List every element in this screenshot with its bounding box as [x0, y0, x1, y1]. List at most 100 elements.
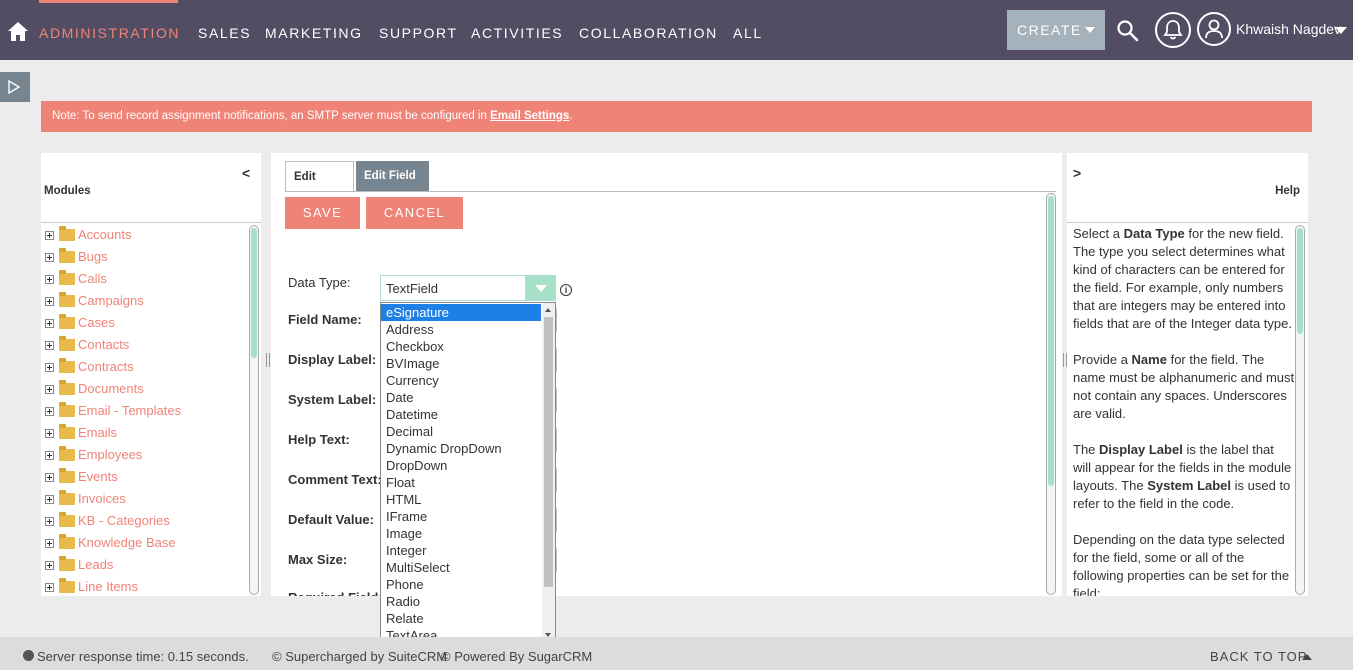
- expand-icon[interactable]: [45, 253, 54, 262]
- chevron-up-icon[interactable]: [1302, 654, 1312, 660]
- dropdown-option[interactable]: Decimal: [381, 423, 541, 440]
- nav-marketing[interactable]: MARKETING: [265, 25, 363, 41]
- dropdown-option[interactable]: Currency: [381, 372, 541, 389]
- expand-icon[interactable]: [45, 583, 54, 592]
- module-label[interactable]: Events: [78, 469, 118, 484]
- module-label[interactable]: Line Items: [78, 579, 138, 594]
- modules-tree: Accounts Bugs Calls Campaigns Cases Cont…: [41, 222, 261, 596]
- expand-icon[interactable]: [45, 561, 54, 570]
- save-button[interactable]: SAVE: [285, 197, 360, 229]
- module-label[interactable]: Calls: [78, 271, 107, 286]
- data-type-select[interactable]: TextField: [380, 275, 556, 301]
- dropdown-option[interactable]: Float: [381, 474, 541, 491]
- expand-icon[interactable]: [45, 429, 54, 438]
- dropdown-option[interactable]: Integer: [381, 542, 541, 559]
- nav-administration[interactable]: ADMINISTRATION: [39, 25, 180, 41]
- expand-icon[interactable]: [45, 341, 54, 350]
- expand-icon[interactable]: [45, 473, 54, 482]
- back-to-top-link[interactable]: BACK TO TOP: [1210, 649, 1307, 664]
- help-scroll-thumb[interactable]: [1297, 228, 1303, 334]
- expand-icon[interactable]: [45, 495, 54, 504]
- dropdown-option[interactable]: Relate: [381, 610, 541, 627]
- info-icon[interactable]: i: [560, 284, 572, 296]
- top-navbar: ADMINISTRATION SALES MARKETING SUPPORT A…: [0, 0, 1353, 60]
- module-label[interactable]: Invoices: [78, 491, 126, 506]
- user-avatar[interactable]: [1197, 12, 1231, 46]
- module-label[interactable]: Bugs: [78, 249, 108, 264]
- play-triangle-icon: [8, 80, 21, 94]
- dropdown-option[interactable]: HTML: [381, 491, 541, 508]
- sidebar-toggle-button[interactable]: [0, 72, 30, 102]
- cancel-button[interactable]: CANCEL: [366, 197, 463, 229]
- module-label[interactable]: Campaigns: [78, 293, 144, 308]
- module-label[interactable]: Contracts: [78, 359, 134, 374]
- help-scrollbar[interactable]: [1295, 225, 1305, 595]
- module-label[interactable]: Leads: [78, 557, 113, 572]
- expand-icon[interactable]: [45, 275, 54, 284]
- search-icon[interactable]: [1116, 19, 1140, 43]
- modules-scrollbar[interactable]: [249, 225, 259, 595]
- tab-edit-fields[interactable]: Edit Fields: [285, 161, 354, 214]
- expand-icon[interactable]: [45, 517, 54, 526]
- dropdown-option[interactable]: DropDown: [381, 457, 541, 474]
- expand-icon[interactable]: [45, 363, 54, 372]
- nav-all[interactable]: ALL: [733, 25, 763, 41]
- help-text-label: Help Text:: [288, 432, 350, 447]
- expand-icon[interactable]: [45, 297, 54, 306]
- expand-icon[interactable]: [45, 407, 54, 416]
- help-paragraph: The Display Label is the label that will…: [1073, 442, 1292, 511]
- dropdown-scrollbar[interactable]: [542, 303, 555, 642]
- module-label[interactable]: Accounts: [78, 227, 131, 242]
- modules-scroll-thumb[interactable]: [251, 228, 257, 358]
- dropdown-option[interactable]: BVImage: [381, 355, 541, 372]
- expand-icon[interactable]: [45, 385, 54, 394]
- editor-scrollbar[interactable]: [1046, 193, 1056, 595]
- scroll-up-icon[interactable]: [545, 308, 551, 312]
- module-label[interactable]: Emails: [78, 425, 117, 440]
- expand-icon[interactable]: [45, 451, 54, 460]
- collapse-modules-button[interactable]: <: [242, 165, 250, 181]
- dropdown-option[interactable]: Radio: [381, 593, 541, 610]
- dropdown-option-esignature[interactable]: eSignature: [381, 304, 541, 321]
- module-label[interactable]: Employees: [78, 447, 142, 462]
- create-button[interactable]: CREATE: [1007, 10, 1105, 50]
- expand-help-button[interactable]: >: [1073, 165, 1081, 181]
- editor-scroll-thumb[interactable]: [1048, 196, 1054, 486]
- tab-edit-field[interactable]: Edit Field: [356, 161, 429, 192]
- powered-by-link[interactable]: © Powered By SugarCRM: [441, 649, 592, 664]
- dropdown-option[interactable]: Date: [381, 389, 541, 406]
- dropdown-option[interactable]: Phone: [381, 576, 541, 593]
- data-type-label: Data Type:: [288, 275, 351, 290]
- nav-collaboration[interactable]: COLLABORATION: [579, 25, 718, 41]
- module-label[interactable]: KB - Categories: [78, 513, 170, 528]
- module-label[interactable]: Knowledge Base: [78, 535, 176, 550]
- required-field-label: Required Field:: [288, 590, 383, 596]
- data-type-dropdown-list[interactable]: eSignature Address Checkbox BVImage Curr…: [380, 302, 556, 643]
- expand-icon[interactable]: [45, 231, 54, 240]
- home-icon[interactable]: [7, 20, 29, 42]
- dropdown-option[interactable]: Dynamic DropDown: [381, 440, 541, 457]
- left-resize-handle[interactable]: [266, 353, 270, 367]
- user-name[interactable]: Khwaish Nagdev: [1236, 21, 1341, 37]
- dropdown-option[interactable]: Image: [381, 525, 541, 542]
- module-label[interactable]: Documents: [78, 381, 144, 396]
- dropdown-option[interactable]: Datetime: [381, 406, 541, 423]
- dropdown-option[interactable]: Address: [381, 321, 541, 338]
- nav-activities[interactable]: ACTIVITIES: [471, 25, 563, 41]
- expand-icon[interactable]: [45, 539, 54, 548]
- dropdown-option[interactable]: MultiSelect: [381, 559, 541, 576]
- supercharged-by-link[interactable]: © Supercharged by SuiteCRM: [272, 649, 447, 664]
- expand-icon[interactable]: [45, 319, 54, 328]
- notifications-button[interactable]: [1155, 12, 1191, 48]
- module-label[interactable]: Cases: [78, 315, 115, 330]
- dropdown-option[interactable]: Checkbox: [381, 338, 541, 355]
- module-label[interactable]: Contacts: [78, 337, 129, 352]
- nav-sales[interactable]: SALES: [198, 25, 251, 41]
- nav-support[interactable]: SUPPORT: [379, 25, 458, 41]
- dropdown-option[interactable]: IFrame: [381, 508, 541, 525]
- email-settings-link[interactable]: Email Settings: [490, 110, 569, 122]
- module-label[interactable]: Email - Templates: [78, 403, 181, 418]
- chevron-down-icon[interactable]: [525, 276, 555, 300]
- dropdown-scroll-thumb[interactable]: [544, 317, 553, 587]
- user-menu-chevron-icon[interactable]: [1335, 27, 1347, 34]
